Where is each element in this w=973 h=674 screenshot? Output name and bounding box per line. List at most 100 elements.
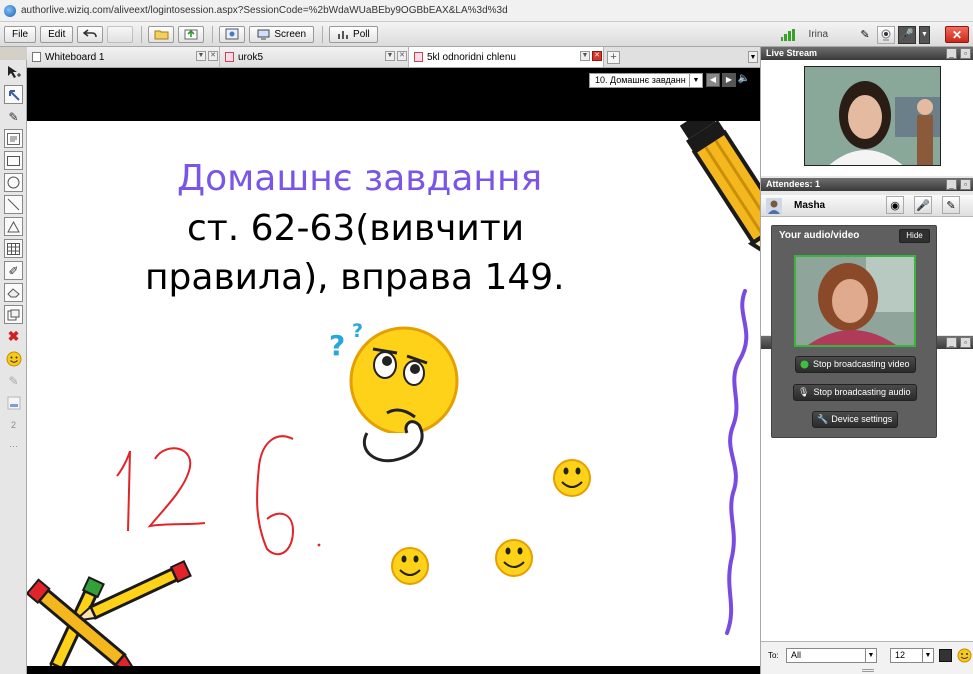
- tab-urok5[interactable]: urok5 ▼ ✕: [220, 47, 409, 67]
- attendee-row[interactable]: Masha ◉ 🎤 ✎: [761, 195, 973, 217]
- font-size-select[interactable]: 12 ▼: [890, 648, 934, 663]
- slide-nav-bar: 10. Домашнє завданн ▼ ◀ ▶ 🔈: [27, 68, 760, 121]
- purple-wavy-stroke: [725, 289, 749, 635]
- thinking-emoji-clipart: ? ?: [329, 320, 459, 463]
- stop-video-button[interactable]: Stop broadcasting video: [795, 356, 916, 373]
- pencil-tool-icon[interactable]: ✎: [4, 107, 23, 126]
- clipboard-tool-icon[interactable]: [4, 305, 23, 324]
- svg-text:?: ?: [329, 329, 345, 362]
- tab-label: urok5: [238, 51, 264, 63]
- document-tabs: Whiteboard 1 ▼ ✕ urok5 ▼ ✕ 5kl odnoridni…: [27, 47, 760, 68]
- rectangle-tool-icon[interactable]: [4, 151, 23, 170]
- webcam-icon[interactable]: [877, 25, 895, 44]
- more-tools-icon[interactable]: ⋯: [4, 437, 23, 456]
- maximize-icon[interactable]: ▫: [960, 48, 971, 59]
- poll-button[interactable]: Poll: [329, 25, 378, 43]
- board-bottom-strip: [27, 666, 760, 674]
- prev-slide-button[interactable]: ◀: [706, 73, 720, 87]
- svg-text:?: ?: [352, 320, 363, 342]
- maximize-icon[interactable]: ▫: [960, 179, 971, 190]
- attendee-pen-icon[interactable]: ✎: [942, 196, 960, 214]
- close-session-button[interactable]: ✕: [945, 26, 969, 43]
- smiley-tool-icon[interactable]: [4, 349, 23, 368]
- microphone-icon[interactable]: 🎤: [898, 25, 916, 44]
- highlighter-tool-icon[interactable]: ✐: [4, 261, 23, 280]
- undo-icon: [83, 29, 98, 38]
- tab-label: Whiteboard 1: [45, 51, 105, 63]
- file-menu-button[interactable]: File: [4, 25, 37, 43]
- mic-dropdown-chevron-icon[interactable]: ▼: [919, 25, 930, 44]
- ellipse-tool-icon[interactable]: [4, 173, 23, 192]
- hide-button[interactable]: Hide: [899, 229, 930, 243]
- select-move-icon[interactable]: [4, 63, 23, 82]
- green-status-icon: [800, 360, 809, 369]
- tab-close-icon[interactable]: ✕: [592, 51, 602, 61]
- redo-button[interactable]: [107, 25, 134, 43]
- poll-chart-icon: [338, 30, 349, 39]
- connection-signal-icon: [780, 28, 795, 41]
- pen-permission-icon[interactable]: ✎: [856, 26, 874, 44]
- minimize-icon[interactable]: _: [946, 179, 957, 190]
- minimize-icon[interactable]: _: [946, 48, 957, 59]
- font-size-value: 12: [895, 650, 906, 660]
- address-bar[interactable]: authorlive.wiziq.com/aliveext/logintoses…: [0, 0, 973, 22]
- color-picker-icon[interactable]: [4, 393, 23, 412]
- stop-audio-button[interactable]: 🎙 Stop broadcasting audio: [793, 384, 917, 401]
- chat-input-bar: To: All ▼ 12 ▼: [761, 641, 973, 674]
- tab-whiteboard-1[interactable]: Whiteboard 1 ▼ ✕: [27, 47, 220, 67]
- text-tool-icon[interactable]: [4, 129, 23, 148]
- screen-share-button[interactable]: Screen: [249, 25, 315, 43]
- table-tool-icon[interactable]: [4, 239, 23, 258]
- tab-5kl-odnoridni-chlenu[interactable]: 5kl odnoridni chlenu ▼ ✕: [409, 47, 604, 67]
- folder-icon: [154, 30, 169, 39]
- whiteboard-canvas[interactable]: Домашнє завдання ст. 62-63(вивчити прави…: [27, 121, 760, 666]
- chat-recipient-select[interactable]: All ▼: [786, 648, 877, 663]
- smiley-clipart-3: [391, 547, 429, 585]
- attendee-mic-icon[interactable]: 🎤: [914, 196, 932, 214]
- device-settings-button[interactable]: 🔧 Device settings: [812, 411, 899, 428]
- your-audio-video-panel: Your audio/video Hide Stop broadcasting …: [771, 225, 937, 438]
- undo-button[interactable]: [77, 25, 104, 43]
- main-toolbar: File Edit Screen Poll Irina ✎ 🎤 ▼ ✕: [0, 22, 973, 47]
- smiley-icon: [6, 351, 21, 366]
- poll-button-label: Poll: [353, 28, 370, 40]
- av-panel-title: Your audio/video: [779, 230, 860, 241]
- attendees-title: Attendees: 1: [766, 179, 821, 189]
- capture-button[interactable]: [219, 25, 246, 43]
- color-swatch-icon: [7, 396, 20, 409]
- triangle-tool-icon[interactable]: [4, 217, 23, 236]
- upload-button[interactable]: [178, 25, 205, 43]
- maximize-icon[interactable]: ▫: [960, 337, 971, 348]
- tab-menu-icon[interactable]: ▼: [196, 51, 206, 61]
- delete-icon[interactable]: ✖: [4, 327, 23, 346]
- live-stream-header: Live Stream _ ▫: [761, 47, 973, 60]
- tab-menu-icon[interactable]: ▼: [580, 51, 590, 61]
- chevron-down-icon: ▼: [865, 649, 876, 662]
- resize-grip-icon[interactable]: [862, 669, 874, 672]
- eraser-tool-icon[interactable]: [4, 283, 23, 302]
- minimize-icon[interactable]: _: [946, 337, 957, 348]
- slide-select-dropdown[interactable]: 10. Домашнє завданн ▼: [589, 73, 703, 88]
- pointer-icon[interactable]: [4, 85, 23, 104]
- emoticon-picker-icon[interactable]: [957, 648, 972, 663]
- tab-close-icon[interactable]: ✕: [397, 51, 407, 61]
- attendee-webcam-icon[interactable]: ◉: [886, 196, 904, 214]
- speaker-icon[interactable]: 🔈: [738, 73, 750, 84]
- next-slide-button[interactable]: ▶: [722, 73, 736, 87]
- line-width-icon[interactable]: 2: [4, 415, 23, 434]
- text-lines-icon: [7, 132, 20, 145]
- add-tab-icon[interactable]: +: [607, 51, 620, 64]
- site-favicon-icon: [4, 4, 16, 17]
- line-tool-icon[interactable]: [4, 195, 23, 214]
- open-folder-button[interactable]: [148, 25, 175, 43]
- edit-menu-button[interactable]: Edit: [40, 25, 74, 43]
- tab-menu-icon[interactable]: ▼: [385, 51, 395, 61]
- screen-button-label: Screen: [274, 28, 307, 40]
- text-color-swatch[interactable]: [939, 649, 952, 662]
- device-settings-label: Device settings: [831, 414, 893, 424]
- disabled-tool-icon: ✎: [8, 373, 19, 388]
- tab-close-icon[interactable]: ✕: [208, 51, 218, 61]
- tab-scroll-chevron-icon[interactable]: ▼: [748, 51, 758, 63]
- upload-icon: [184, 29, 198, 40]
- line-icon: [7, 198, 20, 211]
